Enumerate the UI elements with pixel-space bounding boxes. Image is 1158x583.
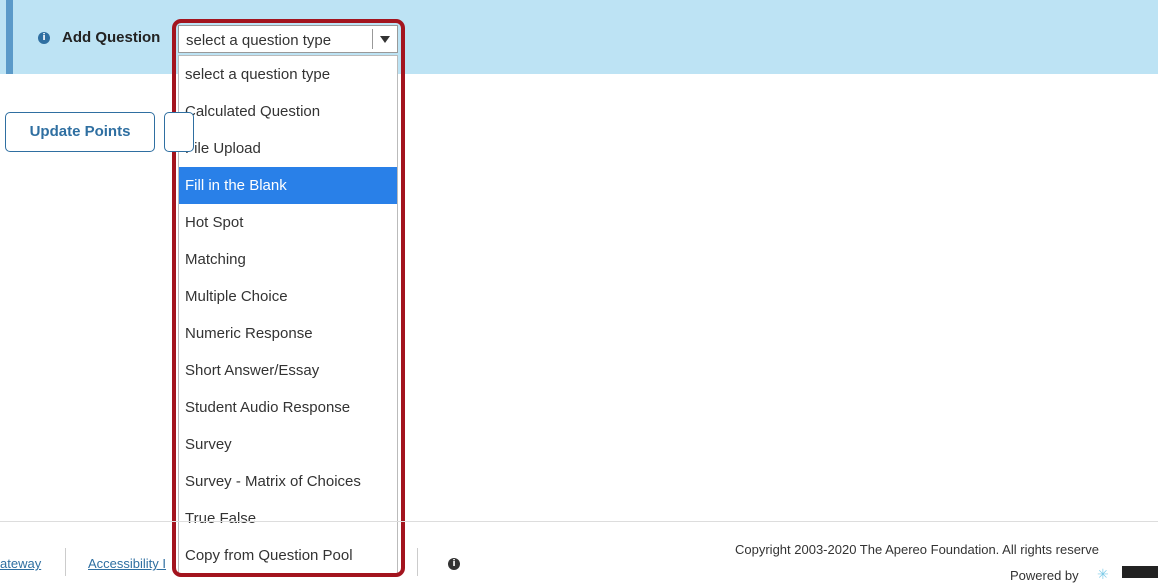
option-fill-in-the-blank[interactable]: Fill in the Blank [179,167,397,204]
add-question-label: Add Question [62,29,161,46]
sakai-logo-icon: ✳ [1097,566,1109,582]
option-numeric-response[interactable]: Numeric Response [179,315,397,352]
info-icon[interactable]: i [448,558,460,570]
question-type-select[interactable]: select a question type [178,25,398,53]
select-divider [372,29,373,49]
option-multiple-choice[interactable]: Multiple Choice [179,278,397,315]
option-copy-from-question-pool[interactable]: Copy from Question Pool [179,537,397,574]
option-hot-spot[interactable]: Hot Spot [179,204,397,241]
footer-link-gateway[interactable]: ateway [0,556,41,571]
option-select-a-question-type[interactable]: select a question type [179,56,397,93]
add-question-bar: i Add Question [0,0,1158,74]
option-true-false[interactable]: True False [179,500,397,537]
bar-accent [6,0,13,74]
chevron-down-icon[interactable] [380,36,390,43]
update-points-button[interactable]: Update Points [5,112,155,152]
option-matching[interactable]: Matching [179,241,397,278]
select-value: select a question type [186,32,332,49]
footer-link-accessibility[interactable]: Accessibility I [88,556,166,571]
question-type-dropdown[interactable]: select a question type Calculated Questi… [178,55,398,575]
option-calculated-question[interactable]: Calculated Question [179,93,397,130]
option-short-answer-essay[interactable]: Short Answer/Essay [179,352,397,389]
footer-separator [65,548,66,576]
option-survey[interactable]: Survey [179,426,397,463]
option-survey-matrix-of-choices[interactable]: Survey - Matrix of Choices [179,463,397,500]
footer-divider-line [0,521,1158,522]
option-file-upload[interactable]: File Upload [179,130,397,167]
footer-separator [417,548,418,576]
partially-hidden-button[interactable] [164,112,194,152]
sakai-badge-icon [1122,566,1158,578]
option-student-audio-response[interactable]: Student Audio Response [179,389,397,426]
info-icon[interactable]: i [38,32,50,44]
copyright-text: Copyright 2003-2020 The Apereo Foundatio… [735,542,1099,557]
